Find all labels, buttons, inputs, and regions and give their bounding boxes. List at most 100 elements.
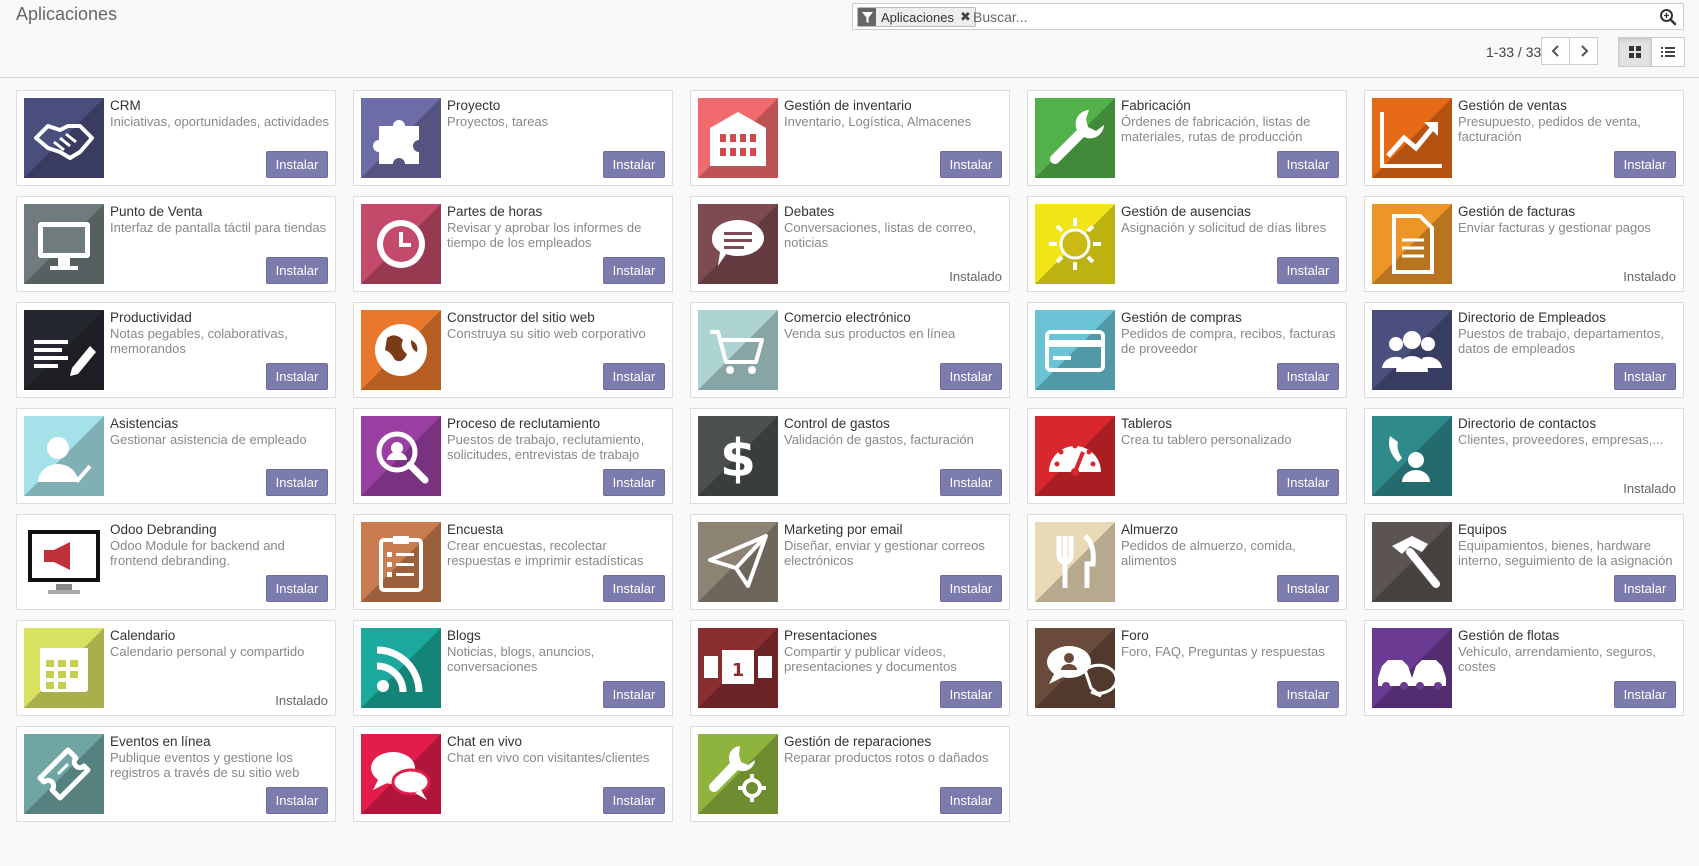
app-summary: Clientes, proveedores, empresas,... [1458, 432, 1664, 447]
app-card[interactable]: $ Control de gastos Validación de gastos, … [690, 408, 1010, 504]
app-name: Gestión de reparaciones [784, 734, 932, 749]
search-icon[interactable] [1659, 8, 1677, 26]
app-card[interactable]: Blogs Noticias, blogs, anuncios, conversa… [353, 620, 673, 716]
app-card[interactable]: Debates Conversaciones, listas de correo,… [690, 196, 1010, 292]
installed-label: Instalado [1623, 269, 1676, 284]
app-card[interactable]: Calendario Calendario personal y comparti… [16, 620, 336, 716]
app-summary: Construya su sitio web corporativo [447, 326, 646, 341]
app-summary: Validación de gastos, facturación [784, 432, 974, 447]
app-card[interactable]: Comercio electrónico Venda sus productos … [690, 302, 1010, 398]
install-button[interactable]: Instalar [940, 681, 1002, 708]
app-card[interactable]: Constructor del sitio web Construya su si… [353, 302, 673, 398]
pager-buttons [1541, 37, 1598, 65]
repair-wrench-icon [698, 734, 778, 814]
app-card[interactable]: 1 Presentaciones Compartir y publicar víde… [690, 620, 1010, 716]
app-card[interactable]: Gestión de flotas Vehículo, arrendamiento… [1364, 620, 1684, 716]
install-button[interactable]: Instalar [1614, 151, 1676, 178]
app-card[interactable]: Odoo Debranding Odoo Module for backend a… [16, 514, 336, 610]
app-summary: Vehículo, arrendamiento, seguros, costes [1458, 644, 1657, 674]
install-button[interactable]: Instalar [603, 257, 665, 284]
app-summary: Foro, FAQ, Preguntas y respuestas [1121, 644, 1325, 659]
app-card[interactable]: Punto de Venta Interfaz de pantalla tácti… [16, 196, 336, 292]
app-card[interactable]: CRM Iniciativas, oportunidades, actividad… [16, 90, 336, 186]
install-button[interactable]: Instalar [266, 257, 328, 284]
app-name: Partes de horas [447, 204, 543, 219]
install-button[interactable]: Instalar [940, 575, 1002, 602]
pager-previous-button[interactable] [1541, 37, 1570, 65]
app-summary: Compartir y publicar vídeos, presentacio… [784, 644, 957, 674]
app-summary: Pedidos de compra, recibos, facturas de … [1121, 326, 1336, 356]
app-summary: Noticias, blogs, anuncios, conversacione… [447, 644, 595, 674]
app-card[interactable]: Gestión de compras Pedidos de compra, rec… [1027, 302, 1347, 398]
search-input[interactable] [973, 7, 1513, 27]
install-button[interactable]: Instalar [940, 469, 1002, 496]
pager-value[interactable]: 1-33 / 33 [1486, 44, 1541, 60]
install-button[interactable]: Instalar [1614, 363, 1676, 390]
app-name: Equipos [1458, 522, 1507, 537]
app-card[interactable]: Chat en vivo Chat en vivo con visitantes/… [353, 726, 673, 822]
app-name: Encuesta [447, 522, 504, 537]
app-card[interactable]: Gestión de inventario Inventario, Logísti… [690, 90, 1010, 186]
install-button[interactable]: Instalar [1277, 575, 1339, 602]
cart-icon [698, 310, 778, 390]
app-card[interactable]: Tableros Crea tu tablero personalizado Ins… [1027, 408, 1347, 504]
app-card[interactable]: Fabricación Órdenes de fabricación, lista… [1027, 90, 1347, 186]
install-button[interactable]: Instalar [940, 151, 1002, 178]
app-name: Control de gastos [784, 416, 890, 431]
app-summary: Equipamientos, bienes, hardware interno,… [1458, 538, 1673, 568]
app-name: Gestión de ausencias [1121, 204, 1251, 219]
app-card[interactable]: Marketing por email Diseñar, enviar y ges… [690, 514, 1010, 610]
app-card[interactable]: Proceso de reclutamiento Puestos de traba… [353, 408, 673, 504]
app-summary: Reparar productos rotos o dañados [784, 750, 989, 765]
install-button[interactable]: Instalar [940, 363, 1002, 390]
app-card[interactable]: Productividad Notas pegables, colaborativ… [16, 302, 336, 398]
app-name: Gestión de flotas [1458, 628, 1560, 643]
install-button[interactable]: Instalar [1614, 575, 1676, 602]
app-card[interactable]: Partes de horas Revisar y aprobar los inf… [353, 196, 673, 292]
kanban-view-button[interactable] [1618, 37, 1652, 67]
app-card[interactable]: Eventos en línea Publique eventos y gesti… [16, 726, 336, 822]
apps-kanban-grid: CRM Iniciativas, oportunidades, actividad… [16, 90, 1686, 822]
install-button[interactable]: Instalar [603, 575, 665, 602]
install-button[interactable]: Instalar [266, 469, 328, 496]
install-button[interactable]: Instalar [940, 787, 1002, 814]
install-button[interactable]: Instalar [1277, 681, 1339, 708]
install-button[interactable]: Instalar [1277, 469, 1339, 496]
app-name: Foro [1121, 628, 1149, 643]
app-card[interactable]: Foro Foro, FAQ, Preguntas y respuestas Ins… [1027, 620, 1347, 716]
app-card[interactable]: Directorio de Empleados Puestos de trabaj… [1364, 302, 1684, 398]
app-card[interactable]: Equipos Equipamientos, bienes, hardware i… [1364, 514, 1684, 610]
install-button[interactable]: Instalar [266, 151, 328, 178]
app-card[interactable]: Gestión de facturas Enviar facturas y ges… [1364, 196, 1684, 292]
app-card[interactable]: Almuerzo Pedidos de almuerzo, comida, ali… [1027, 514, 1347, 610]
install-button[interactable]: Instalar [603, 363, 665, 390]
app-card[interactable]: Proyecto Proyectos, tareas Instalar [353, 90, 673, 186]
install-button[interactable]: Instalar [1614, 681, 1676, 708]
app-card[interactable]: Encuesta Crear encuestas, recolectar resp… [353, 514, 673, 610]
install-button[interactable]: Instalar [266, 575, 328, 602]
install-button[interactable]: Instalar [266, 787, 328, 814]
install-button[interactable]: Instalar [1277, 257, 1339, 284]
app-card[interactable]: Gestión de reparaciones Reparar productos… [690, 726, 1010, 822]
app-card[interactable]: Directorio de contactos Clientes, proveed… [1364, 408, 1684, 504]
paper-plane-icon [698, 522, 778, 602]
install-button[interactable]: Instalar [603, 469, 665, 496]
list-view-button[interactable] [1651, 37, 1685, 67]
install-button[interactable]: Instalar [603, 681, 665, 708]
app-card[interactable]: Gestión de ausencias Asignación y solicit… [1027, 196, 1347, 292]
install-button[interactable]: Instalar [266, 363, 328, 390]
install-button[interactable]: Instalar [603, 787, 665, 814]
install-button[interactable]: Instalar [603, 151, 665, 178]
install-button[interactable]: Instalar [1277, 363, 1339, 390]
handshake-icon [24, 98, 104, 178]
contact-phone-icon [1372, 416, 1452, 496]
app-card[interactable]: Gestión de ventas Presupuesto, pedidos de… [1364, 90, 1684, 186]
install-button[interactable]: Instalar [1277, 151, 1339, 178]
search-box[interactable]: Aplicaciones ✖ [852, 3, 1684, 30]
app-name: Directorio de Empleados [1458, 310, 1606, 325]
pager-next-button[interactable] [1569, 37, 1598, 65]
app-summary: Interfaz de pantalla táctil para tiendas [110, 220, 327, 235]
rss-icon [361, 628, 441, 708]
app-card[interactable]: Asistencias Gestionar asistencia de emple… [16, 408, 336, 504]
app-summary: Notas pegables, colaborativas, memorando… [110, 326, 288, 356]
